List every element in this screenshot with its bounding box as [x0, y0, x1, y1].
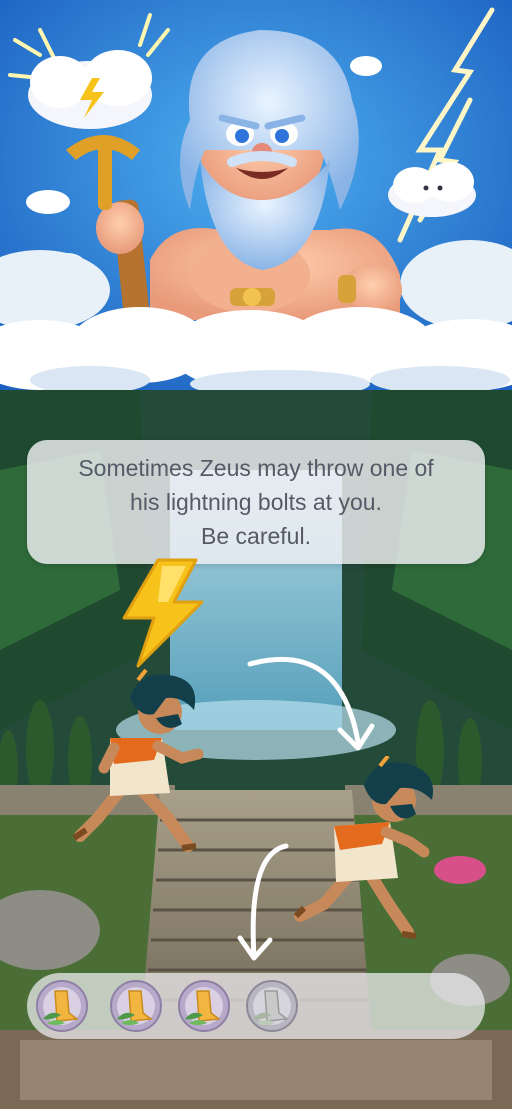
- winged-sandal-icon: [178, 980, 230, 1032]
- message-line-1: Sometimes Zeus may throw one of: [78, 455, 434, 481]
- winged-sandal-lost-icon: [246, 980, 298, 1032]
- winged-sandal-icon: [36, 980, 88, 1032]
- curved-arrow-icon: [247, 657, 375, 751]
- message-line-2: his lightning bolts at you.: [130, 489, 382, 515]
- tutorial-message-text: Sometimes Zeus may throw one of his ligh…: [54, 451, 457, 553]
- message-line-3: Be careful.: [201, 523, 311, 549]
- tutorial-message-panel: Sometimes Zeus may throw one of his ligh…: [27, 440, 485, 564]
- game-scene: Sometimes Zeus may throw one of his ligh…: [0, 0, 512, 1109]
- life-token-1: [35, 979, 89, 1033]
- runner-character: [72, 668, 204, 852]
- life-token-4: [245, 979, 299, 1033]
- storm-cloud-left: [28, 50, 152, 129]
- cloud-platform: [0, 307, 512, 398]
- life-token-2: [109, 979, 163, 1033]
- winged-sandal-icon: [110, 980, 162, 1032]
- lightning-bolt-icon: [122, 558, 204, 668]
- runner-character-dodging: [293, 756, 433, 939]
- lives-tray: [27, 973, 485, 1039]
- life-token-3: [177, 979, 231, 1033]
